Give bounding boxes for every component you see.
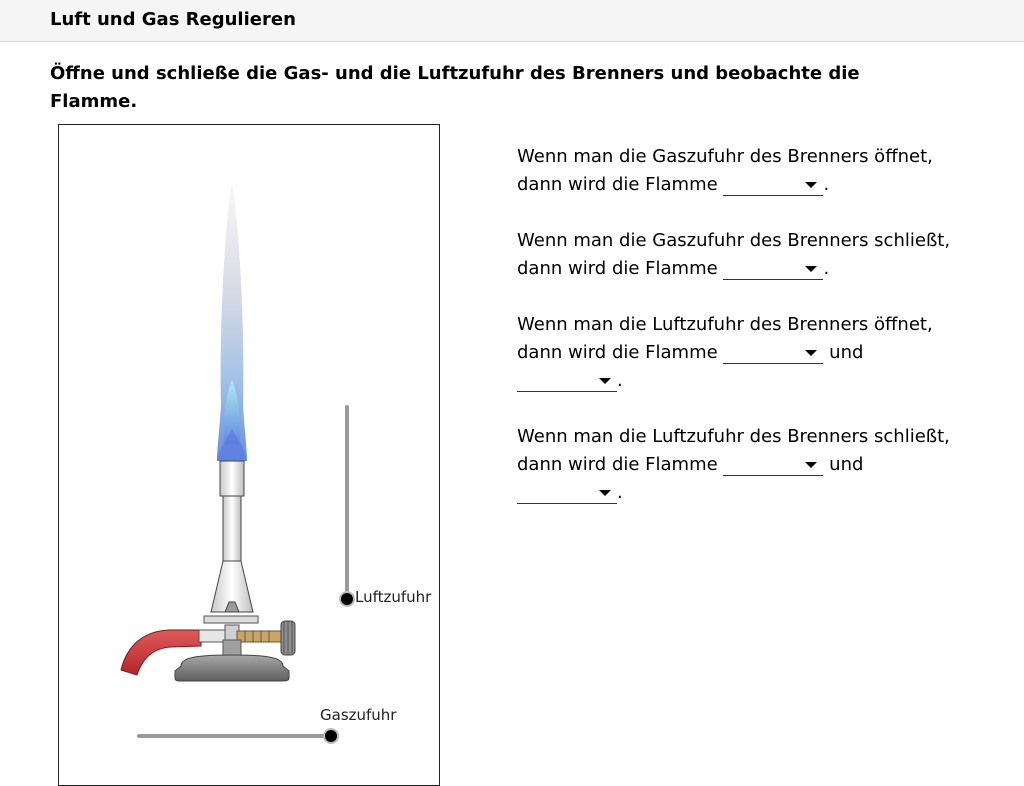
page-title: Luft und Gas Regulieren <box>50 9 296 30</box>
question-list: Wenn man die Gaszufuhr des Brenners öffn… <box>517 143 987 535</box>
chevron-down-icon <box>805 350 818 356</box>
flame-dropdown[interactable] <box>723 257 824 280</box>
question-1: Wenn man die Gaszufuhr des Brenners öffn… <box>517 146 933 196</box>
flame <box>217 180 247 461</box>
gas-slider[interactable] <box>137 728 339 744</box>
chevron-down-icon <box>805 462 818 468</box>
chevron-down-icon <box>599 378 611 384</box>
question-4: Wenn man die Luftzufuhr des Brenners sch… <box>517 426 950 504</box>
burner-tube <box>210 460 254 613</box>
question-text: dann wird die Flamme <box>517 258 718 279</box>
question-text: dann wird die Flamme <box>517 342 718 363</box>
gas-slider-label: Gaszufuhr <box>320 706 397 724</box>
burner-simulation: Luftzufuhr Gaszufuhr <box>58 124 440 786</box>
question-2: Wenn man die Gaszufuhr des Brenners schl… <box>517 230 951 280</box>
header-bar: Luft und Gas Regulieren <box>0 0 1024 42</box>
air-slider-handle[interactable] <box>339 591 355 607</box>
chevron-down-icon <box>805 182 818 188</box>
question-text: Wenn man die Luftzufuhr des Brenners öff… <box>517 314 933 335</box>
question-text: Wenn man die Gaszufuhr des Brenners öffn… <box>517 146 933 167</box>
flame-dropdown[interactable] <box>723 453 824 476</box>
question-text: Wenn man die Gaszufuhr des Brenners schl… <box>517 230 951 251</box>
air-slider[interactable] <box>339 405 355 607</box>
question-text: dann wird die Flamme <box>517 454 718 475</box>
flame-dropdown-2[interactable] <box>517 481 617 504</box>
burner-valve <box>198 615 296 656</box>
flame-dropdown-2[interactable] <box>517 369 617 392</box>
air-slider-label: Luftzufuhr <box>355 588 432 606</box>
question-text: dann wird die Flamme <box>517 174 718 195</box>
question-text: Wenn man die Luftzufuhr des Brenners sch… <box>517 426 950 447</box>
flame-dropdown[interactable] <box>723 341 824 364</box>
gas-slider-handle[interactable] <box>323 728 339 744</box>
instruction-text: Öffne und schließe die Gas- und die Luft… <box>50 63 860 112</box>
burner-illustration <box>120 180 355 744</box>
chevron-down-icon <box>599 490 611 496</box>
flame-dropdown[interactable] <box>723 173 824 196</box>
chevron-down-icon <box>805 266 818 272</box>
question-3: Wenn man die Luftzufuhr des Brenners öff… <box>517 314 933 392</box>
